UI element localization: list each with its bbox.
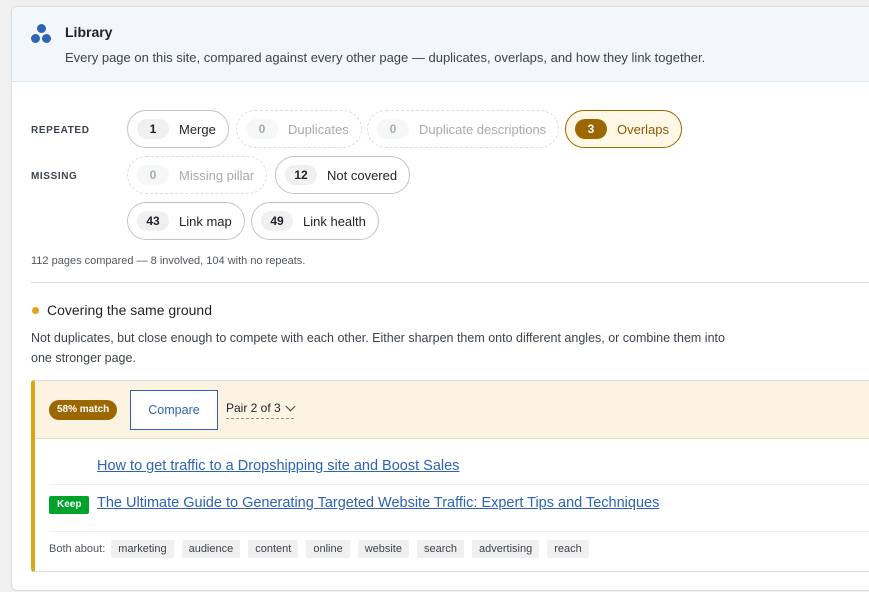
section-title: Covering the same ground xyxy=(47,302,212,318)
link-health-label: Link health xyxy=(303,213,366,229)
shared-topics: Both about: marketing audience content o… xyxy=(49,540,597,558)
repeated-label: REPEATED xyxy=(31,125,90,136)
pair-label: Pair 2 of 3 xyxy=(226,401,281,415)
filter-not-covered[interactable]: 12 Not covered xyxy=(275,156,411,194)
duplicates-count: 0 xyxy=(246,119,278,139)
link-map-count: 43 xyxy=(137,211,169,231)
page-link-2[interactable]: The Ultimate Guide to Generating Targete… xyxy=(97,495,659,511)
row-divider xyxy=(49,531,869,532)
overlaps-label: Overlaps xyxy=(617,121,670,137)
topic-tag: marketing xyxy=(111,540,174,558)
page-subtitle: Every page on this site, compared agains… xyxy=(65,50,706,65)
missing-label: MISSING xyxy=(31,171,78,182)
topic-tag: search xyxy=(416,540,465,558)
topic-tag: content xyxy=(248,540,299,558)
not-covered-label: Not covered xyxy=(327,167,398,183)
pair-selector[interactable]: Pair 2 of 3 xyxy=(226,401,296,419)
keep-badge: Keep xyxy=(49,496,90,514)
topic-tag: advertising xyxy=(472,540,540,558)
filter-duplicates[interactable]: 0 Duplicates xyxy=(236,110,362,148)
card-header: 58% match Compare Pair 2 of 3 xyxy=(35,381,869,439)
library-dots-icon xyxy=(31,23,53,45)
missing-pillar-label: Missing pillar xyxy=(179,167,255,183)
chevron-down-icon xyxy=(285,401,296,411)
topic-tag: online xyxy=(306,540,350,558)
merge-label: Merge xyxy=(179,121,216,137)
match-badge: 58% match xyxy=(49,400,118,420)
duplicate-descriptions-count: 0 xyxy=(377,119,409,139)
library-header: Library Every page on this site, compare… xyxy=(12,7,869,82)
filter-missing-pillar[interactable]: 0 Missing pillar xyxy=(127,156,268,194)
missing-pillar-count: 0 xyxy=(137,165,169,185)
overlap-card: 58% match Compare Pair 2 of 3 How to get… xyxy=(31,380,869,572)
link-map-label: Link map xyxy=(179,213,232,229)
shared-topics-label: Both about: xyxy=(49,543,106,555)
link-health-count: 49 xyxy=(261,211,293,231)
filter-overlaps[interactable]: 3 Overlaps xyxy=(565,110,683,148)
filter-merge[interactable]: 1 Merge xyxy=(127,110,229,148)
duplicate-descriptions-label: Duplicate descriptions xyxy=(419,121,547,137)
section-dot-icon xyxy=(32,307,39,314)
compare-button[interactable]: Compare xyxy=(130,390,218,430)
library-panel: Library Every page on this site, compare… xyxy=(11,6,869,591)
topic-tag: website xyxy=(357,540,409,558)
section-description: Not duplicates, but close enough to comp… xyxy=(31,331,725,365)
not-covered-count: 12 xyxy=(285,165,317,185)
topic-tag: audience xyxy=(181,540,241,558)
duplicates-label: Duplicates xyxy=(288,121,349,137)
divider xyxy=(31,282,869,283)
overlaps-count: 3 xyxy=(575,119,607,139)
merge-count: 1 xyxy=(137,119,169,139)
filter-duplicate-descriptions[interactable]: 0 Duplicate descriptions xyxy=(367,110,560,148)
row-divider xyxy=(49,484,869,485)
page-title: Library xyxy=(65,24,113,40)
comparison-stats: 112 pages compared — 8 involved, 104 wit… xyxy=(31,255,306,267)
topic-tag: reach xyxy=(547,540,589,558)
filter-link-health[interactable]: 49 Link health xyxy=(251,202,379,240)
page-link-1[interactable]: How to get traffic to a Dropshipping sit… xyxy=(97,458,459,474)
filter-link-map[interactable]: 43 Link map xyxy=(127,202,245,240)
